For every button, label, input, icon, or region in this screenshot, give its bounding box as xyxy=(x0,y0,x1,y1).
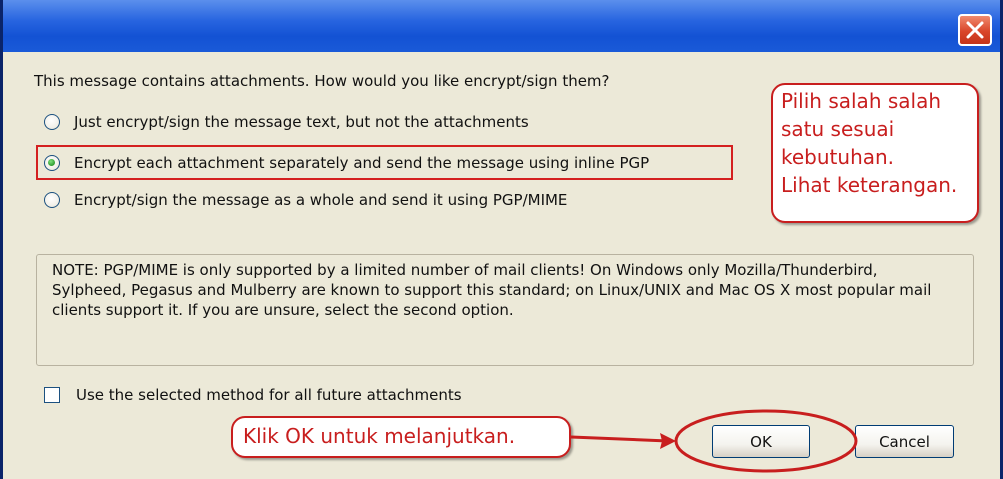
radio-button[interactable] xyxy=(44,192,60,208)
callout-line: kebutuhan. xyxy=(781,145,895,169)
radio-button[interactable] xyxy=(44,114,60,130)
close-x-icon xyxy=(966,21,984,39)
option-label: Encrypt/sign the message as a whole and … xyxy=(74,191,568,209)
callout-line: Pilih salah salah xyxy=(781,89,942,113)
option-pgp-mime[interactable]: Encrypt/sign the message as a whole and … xyxy=(44,187,567,213)
future-attachments-checkbox-row[interactable]: Use the selected method for all future a… xyxy=(44,383,462,407)
option-label: Just encrypt/sign the message text, but … xyxy=(74,113,529,131)
close-button[interactable] xyxy=(958,14,992,46)
note-text: NOTE: PGP/MIME is only supported by a li… xyxy=(52,261,932,319)
checkbox[interactable] xyxy=(44,387,60,403)
callout-line: satu sesuai xyxy=(781,117,895,141)
annotation-callout-choose-option: Pilih salah salah satu sesuai kebutuhan.… xyxy=(771,83,979,223)
annotation-callout-click-ok: Klik OK untuk melanjutkan. xyxy=(231,416,571,458)
ok-button[interactable]: OK xyxy=(712,425,810,458)
question-text: This message contains attachments. How w… xyxy=(34,72,610,90)
selected-option-highlight xyxy=(36,145,733,180)
callout-line: Lihat keterangan. xyxy=(781,173,958,197)
title-bar xyxy=(3,0,1000,52)
option-encrypt-text-only[interactable]: Just encrypt/sign the message text, but … xyxy=(44,109,529,135)
checkbox-label: Use the selected method for all future a… xyxy=(76,386,462,404)
cancel-button[interactable]: Cancel xyxy=(855,425,954,458)
